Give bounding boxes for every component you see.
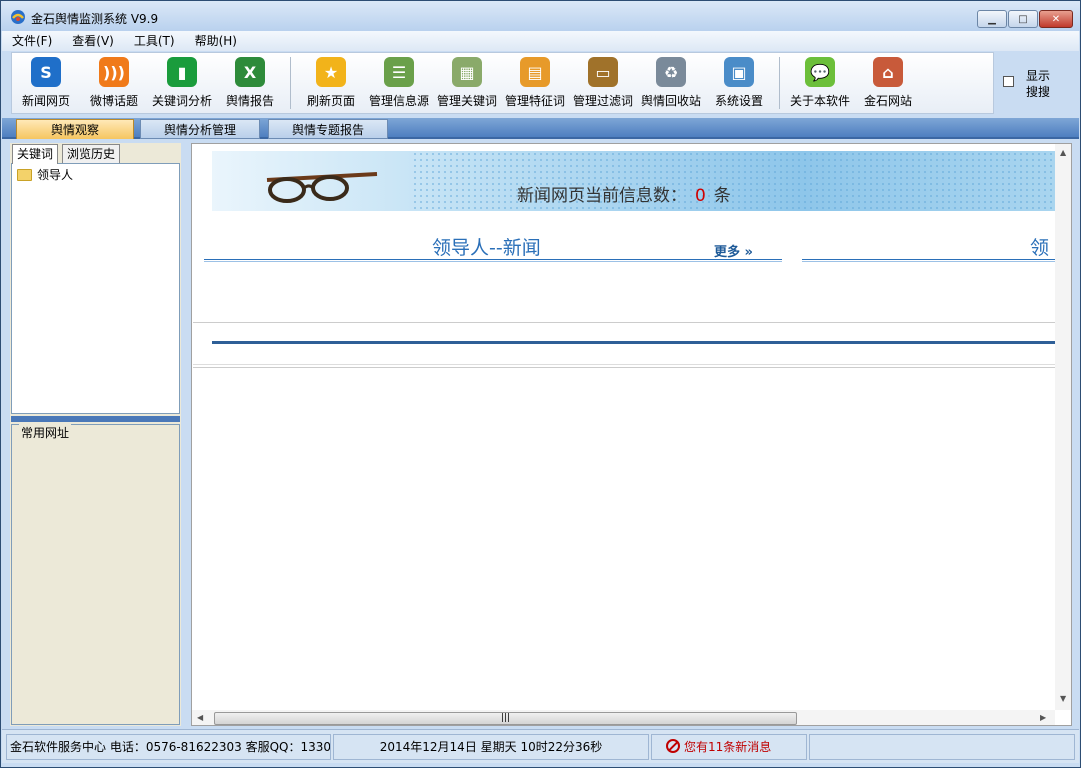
section-rule-right xyxy=(802,259,1062,262)
section-title: 领导人--新闻 xyxy=(432,237,541,259)
status-bar: 金石软件服务中心 电话：0576-81622303 客服QQ：1330 2014… xyxy=(2,729,1079,763)
content-browser: 新闻网页当前信息数： 0 条 领导人--新闻 更多 » 领 ▲ ▼ ◀ ||| ▶ xyxy=(191,143,1072,726)
folder-filter-icon: ▭ xyxy=(588,57,618,87)
weibo-topic-button[interactable]: ))) 微博话题 xyxy=(80,53,148,113)
title-bar[interactable]: 金石舆情监测系统 V9.9 ▁ □ ✕ xyxy=(1,1,1080,31)
main-tab-bar: 舆情观察 舆情分析管理 舆情专题报告 xyxy=(2,118,1079,139)
monitor-icon: ▣ xyxy=(724,57,754,87)
menu-file[interactable]: 文件(F) xyxy=(2,31,62,51)
news-banner: 新闻网页当前信息数： 0 条 xyxy=(212,151,1055,211)
tab-report[interactable]: 舆情专题报告 xyxy=(268,119,388,139)
refresh-button[interactable]: ★ 刷新页面 xyxy=(297,53,365,113)
tab-analysis[interactable]: 舆情分析管理 xyxy=(140,119,260,139)
no-entry-icon xyxy=(666,739,680,753)
keyword-analysis-button[interactable]: ▮ 关键词分析 xyxy=(148,53,216,113)
menu-view[interactable]: 查看(V) xyxy=(62,31,124,51)
scroll-thumb[interactable]: ||| xyxy=(214,712,797,725)
maximize-button[interactable]: □ xyxy=(1008,10,1038,28)
world-map-pattern xyxy=(412,151,1055,211)
toolbar-separator xyxy=(779,57,780,109)
website-button[interactable]: ⌂ 金石网站 xyxy=(854,53,922,113)
glasses-icon xyxy=(266,172,378,203)
status-empty-pane xyxy=(809,734,1075,760)
datetime: 2014年12月14日 星期天 10时22分36秒 xyxy=(333,734,649,760)
show-search-checkbox[interactable] xyxy=(1003,76,1014,87)
content-footer-line xyxy=(193,364,1055,368)
vertical-splitter[interactable] xyxy=(182,143,190,726)
double-chevron-icon: » xyxy=(744,245,753,260)
manage-keywords-button[interactable]: ▦ 管理关键词 xyxy=(433,53,501,113)
menu-bar: 文件(F) 查看(V) 工具(T) 帮助(H) xyxy=(2,31,1079,51)
news-web-icon: S xyxy=(31,57,61,87)
show-search-label: 显示 搜搜 xyxy=(1026,69,1051,99)
manage-sources-button[interactable]: ☰ 管理信息源 xyxy=(365,53,433,113)
pane-splitter[interactable] xyxy=(11,416,180,422)
recycle-bin-icon: ♻ xyxy=(656,57,686,87)
manage-filters-button[interactable]: ▭ 管理过滤词 xyxy=(569,53,637,113)
report-button[interactable]: X 舆情报告 xyxy=(216,53,284,113)
section-rule xyxy=(204,259,782,262)
about-button[interactable]: 💬 关于本软件 xyxy=(786,53,854,113)
service-info: 金石软件服务中心 电话：0576-81622303 客服QQ：1330 xyxy=(6,734,331,760)
recycle-bin-button[interactable]: ♻ 舆情回收站 xyxy=(637,53,705,113)
close-icon: ✕ xyxy=(1051,13,1061,25)
keyword-tree: 领导人 xyxy=(11,163,180,414)
cabinet-icon: ☰ xyxy=(384,57,414,87)
scroll-right-icon[interactable]: ▶ xyxy=(1040,713,1046,722)
horizontal-scrollbar[interactable]: ◀ ||| ▶ xyxy=(192,710,1055,725)
scroll-down-icon[interactable]: ▼ xyxy=(1060,694,1066,703)
app-window: 金石舆情监测系统 V9.9 ▁ □ ✕ 文件(F) 查看(V) 工具(T) 帮助… xyxy=(0,0,1081,768)
card-tag-icon: ▤ xyxy=(520,57,550,87)
toolbar: S 新闻网页 ))) 微博话题 ▮ 关键词分析 X 舆情报告 ★ 刷新页面 ☰ 管理信息源 … xyxy=(11,52,994,114)
close-button[interactable]: ✕ xyxy=(1039,10,1073,28)
scroll-left-icon[interactable]: ◀ xyxy=(197,713,203,722)
more-link[interactable]: 更多 » xyxy=(714,241,753,260)
star-refresh-icon: ★ xyxy=(316,57,346,87)
tree-item-label: 领导人 xyxy=(37,168,74,182)
menu-help[interactable]: 帮助(H) xyxy=(185,31,247,51)
menu-tools[interactable]: 工具(T) xyxy=(124,31,185,51)
left-panel: 关键词 浏览历史 领导人 常用网址 xyxy=(10,143,181,726)
minimize-button[interactable]: ▁ xyxy=(977,10,1007,28)
bar-chart-icon: ▮ xyxy=(167,57,197,87)
home-icon: ⌂ xyxy=(873,57,903,87)
tab-keywords[interactable]: 关键词 xyxy=(12,144,59,164)
section-title-right: 领 xyxy=(1030,237,1050,259)
table-grid-icon: ▦ xyxy=(452,57,482,87)
window-title: 金石舆情监测系统 V9.9 xyxy=(31,12,159,26)
manage-features-button[interactable]: ▤ 管理特征词 xyxy=(501,53,569,113)
scroll-up-icon[interactable]: ▲ xyxy=(1060,148,1066,157)
folder-icon xyxy=(17,169,32,181)
maximize-icon: □ xyxy=(1018,13,1028,25)
info-count: 新闻网页当前信息数： 0 条 xyxy=(517,186,731,206)
tab-observe[interactable]: 舆情观察 xyxy=(16,119,134,139)
app-logo-icon xyxy=(11,10,25,24)
common-urls-group: 常用网址 xyxy=(11,424,180,725)
excel-report-icon: X xyxy=(235,57,265,87)
new-message-notice[interactable]: 您有11条新消息 xyxy=(651,734,807,760)
news-web-button[interactable]: S 新闻网页 xyxy=(12,53,80,113)
rss-weibo-icon: ))) xyxy=(99,57,129,87)
settings-button[interactable]: ▣ 系统设置 xyxy=(705,53,773,113)
minimize-icon: ▁ xyxy=(988,13,996,25)
tab-history[interactable]: 浏览历史 xyxy=(62,144,121,164)
vertical-scrollbar[interactable]: ▲ ▼ xyxy=(1055,144,1071,710)
toolbar-separator xyxy=(290,57,291,109)
common-urls-label: 常用网址 xyxy=(19,424,72,441)
speech-bubble-icon: 💬 xyxy=(805,57,835,87)
divider-bar xyxy=(212,341,1055,344)
